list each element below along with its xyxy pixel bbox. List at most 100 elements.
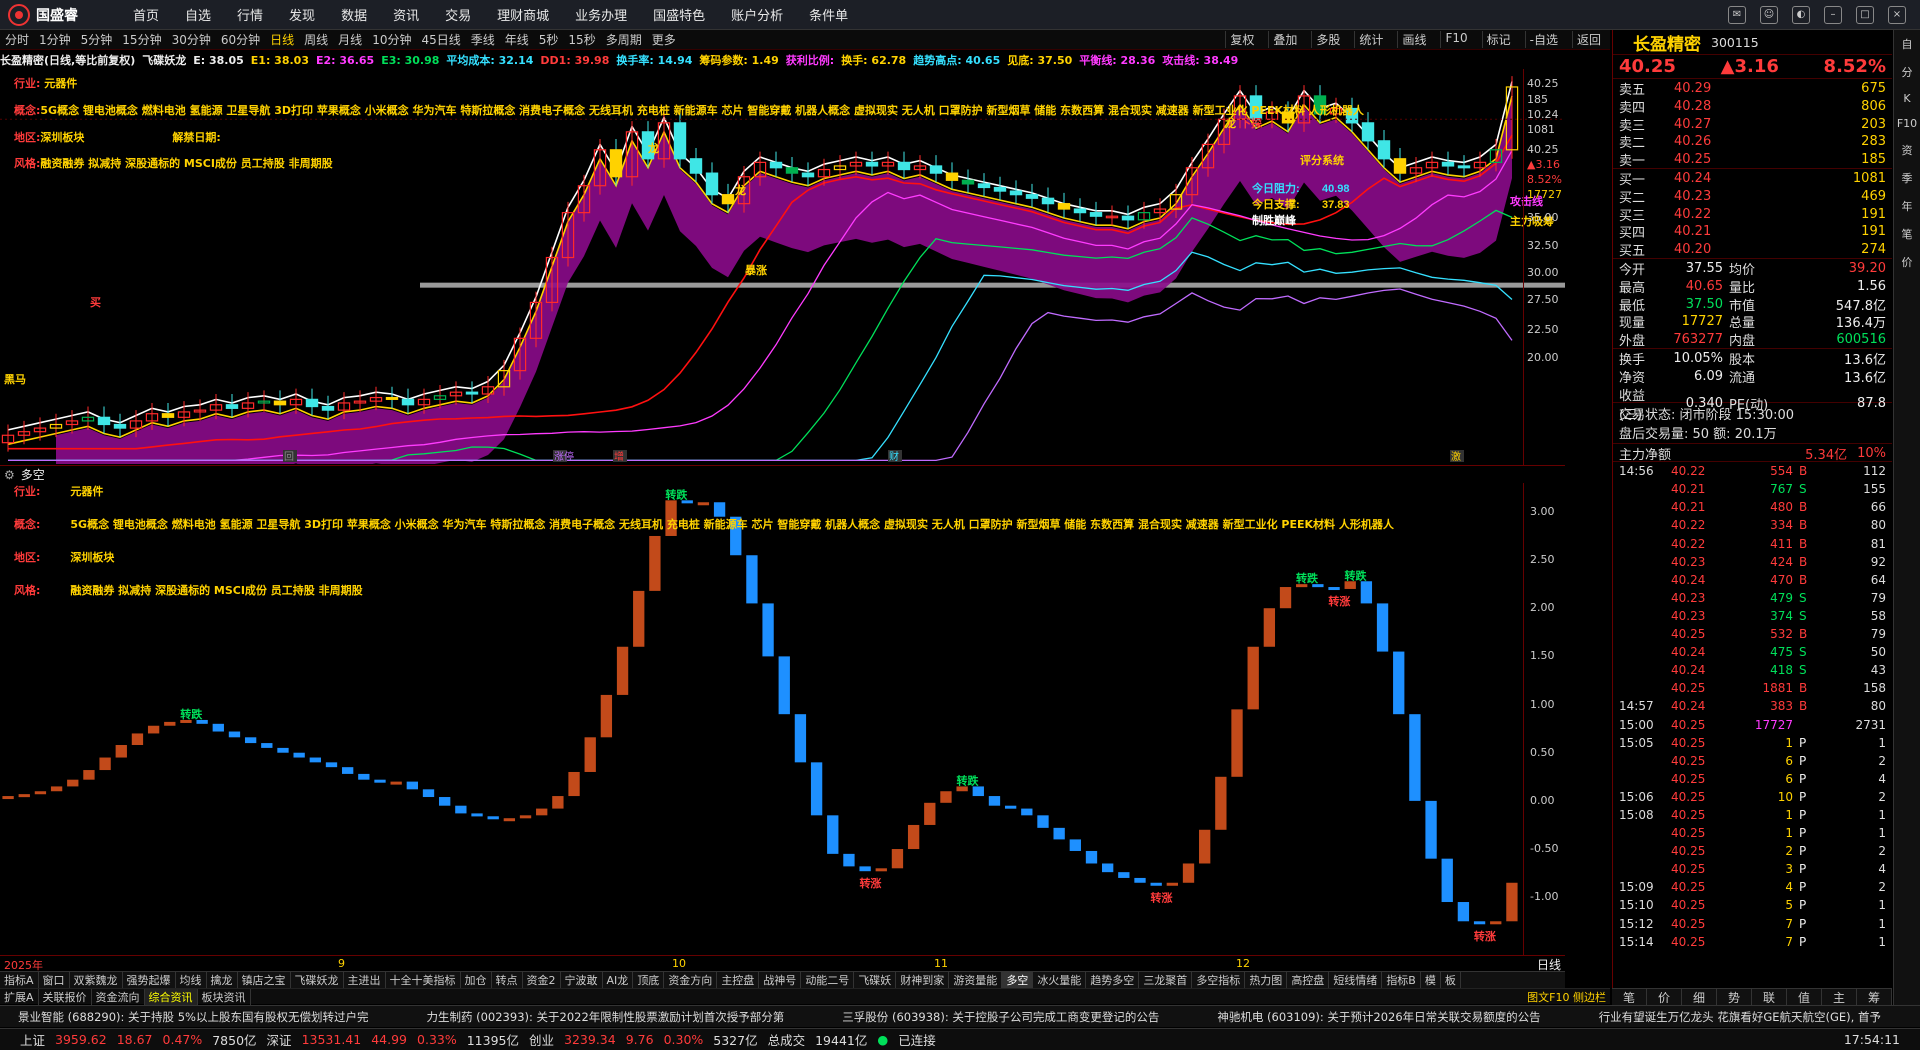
- bid-row[interactable]: 买四 40.21 191: [1613, 222, 1892, 241]
- period-11[interactable]: 季线: [471, 31, 495, 48]
- news-item[interactable]: 神驰机电 (603109): 关于预计2026年日常关联交易额度的公告: [1217, 1009, 1540, 1025]
- period-13[interactable]: 5秒: [539, 31, 559, 48]
- sidebar-item-2[interactable]: K: [1903, 92, 1910, 105]
- period-15[interactable]: 多周期: [606, 31, 642, 48]
- chart-tool-7[interactable]: -自选: [1524, 31, 1562, 48]
- ask-row[interactable]: 卖四 40.28 806: [1613, 97, 1892, 116]
- news-item[interactable]: 行业有望诞生万亿龙头 花旗看好GE航天航空(GE), 首予: [1599, 1009, 1881, 1025]
- menu-item-10[interactable]: 账户分析: [731, 5, 783, 24]
- tick-list[interactable]: 14:56 40.22 554 B 112 40.21 767 S 155 40.21 480 B 66…: [1613, 462, 1892, 951]
- indicator-tab-30[interactable]: 短线情绪: [1329, 972, 1383, 988]
- indicator-tab-5[interactable]: 擒龙: [207, 972, 238, 988]
- sidebar-item-1[interactable]: 分: [1902, 64, 1913, 80]
- indicator-tab-9[interactable]: 十全十美指标: [386, 972, 461, 988]
- indicator-tab-23[interactable]: 多空: [1002, 972, 1034, 988]
- indicator-tab-11[interactable]: 转点: [492, 972, 523, 988]
- maximize-icon[interactable]: □: [1856, 5, 1874, 24]
- period-1[interactable]: 1分钟: [39, 31, 71, 48]
- message-icon[interactable]: ✉: [1728, 5, 1746, 24]
- duokong-chart[interactable]: 转跌 转跌 转涨 转跌 转涨 转跌 转涨 转跌 转涨 行业: 元器件 概念: 5G概念 锂电池概念 …: [0, 483, 1565, 955]
- indicator-tab-13[interactable]: 宁波敢: [561, 972, 603, 988]
- news-item[interactable]: 三孚股份 (603938): 关于控股子公司完成工商变更登记的公告: [842, 1009, 1159, 1025]
- indicator-tab-15[interactable]: 顶底: [633, 972, 665, 988]
- news-item[interactable]: 力生制药 (002393): 关于2022年限制性股票激励计划首次授予部分第: [426, 1009, 784, 1025]
- sidebar-item-4[interactable]: 资: [1902, 142, 1913, 158]
- indicator-tab-12[interactable]: 资金2: [523, 972, 561, 988]
- sidebar-item-6[interactable]: 年: [1902, 198, 1913, 214]
- user-icon[interactable]: ☺: [1760, 5, 1778, 24]
- view-tab-2[interactable]: 资金流向: [92, 988, 145, 1005]
- period-16[interactable]: 更多: [652, 31, 676, 48]
- chart-tool-5[interactable]: F10: [1440, 31, 1471, 48]
- quote-tab-3[interactable]: 势: [1717, 989, 1752, 1005]
- bid-row[interactable]: 买一 40.24 1081: [1613, 169, 1892, 188]
- indicator-tab-22[interactable]: 游资量能: [949, 972, 1003, 988]
- view-tab-4[interactable]: 板块资讯: [198, 988, 251, 1005]
- indicator-tab-2[interactable]: 双紫魏龙: [70, 972, 123, 988]
- quote-tab-0[interactable]: 笔: [1612, 989, 1647, 1005]
- menu-item-9[interactable]: 国盛特色: [653, 5, 705, 24]
- sidebar-item-0[interactable]: 自: [1902, 36, 1913, 52]
- menu-item-11[interactable]: 条件单: [809, 5, 848, 24]
- menu-item-0[interactable]: 首页: [133, 5, 159, 24]
- menu-item-8[interactable]: 业务办理: [575, 5, 627, 24]
- period-3[interactable]: 15分钟: [122, 31, 161, 48]
- indicator-tab-1[interactable]: 窗口: [39, 972, 70, 988]
- duokong-svg[interactable]: 转跌转跌转涨转跌转涨转跌转涨转跌转涨: [0, 483, 1565, 955]
- indicator-tab-32[interactable]: 模: [1421, 972, 1441, 988]
- indicator-tab-16[interactable]: 资金方向: [664, 972, 718, 988]
- menu-item-1[interactable]: 自选: [185, 5, 211, 24]
- indicator-tab-26[interactable]: 三龙聚首: [1139, 972, 1193, 988]
- period-12[interactable]: 年线: [505, 31, 529, 48]
- period-8[interactable]: 月线: [338, 31, 362, 48]
- quote-tab-4[interactable]: 联: [1752, 989, 1787, 1005]
- ask-row[interactable]: 卖五 40.29 675: [1613, 79, 1892, 98]
- period-10[interactable]: 45日线: [421, 31, 460, 48]
- menu-item-6[interactable]: 交易: [445, 5, 471, 24]
- menu-item-4[interactable]: 数据: [341, 5, 367, 24]
- indicator-tab-29[interactable]: 高控盘: [1287, 972, 1330, 988]
- indicator-tab-18[interactable]: 战神号: [759, 972, 802, 988]
- sidebar-item-5[interactable]: 季: [1902, 170, 1913, 186]
- indicator-tab-27[interactable]: 多空指标: [1192, 972, 1246, 988]
- menu-item-3[interactable]: 发现: [289, 5, 315, 24]
- menu-item-2[interactable]: 行情: [237, 5, 263, 24]
- period-6[interactable]: 日线: [270, 31, 294, 48]
- indicator-tab-4[interactable]: 均线: [176, 972, 207, 988]
- chart-tool-8[interactable]: 返回: [1571, 31, 1605, 48]
- menu-item-7[interactable]: 理财商城: [497, 5, 549, 24]
- indicator-tab-21[interactable]: 财神到家: [896, 972, 950, 988]
- f10-sidebar-toggle[interactable]: 图文F10 侧边栏: [1523, 989, 1610, 1005]
- view-tab-0[interactable]: 扩展A: [0, 988, 39, 1005]
- skin-icon[interactable]: ◐: [1792, 5, 1810, 24]
- chart-tool-1[interactable]: 叠加: [1268, 31, 1301, 48]
- kline-svg[interactable]: 龙龙龙 下探暴涨攻击线主力吸筹今日阻力: 40.98今日支撑: 37.83制胜巅峰评分…: [0, 69, 1565, 489]
- indicator-tab-6[interactable]: 镇店之宝: [238, 972, 291, 988]
- bid-row[interactable]: 买二 40.23 469: [1613, 187, 1892, 206]
- view-tab-3[interactable]: 综合资讯: [144, 988, 198, 1005]
- quote-tab-5[interactable]: 值: [1787, 989, 1822, 1005]
- news-ticker[interactable]: 景业智能 (688290): 关于持股 5%以上股东国有股权无偿划转过户完 力生制…: [0, 1005, 1920, 1027]
- minimize-icon[interactable]: –: [1824, 5, 1842, 24]
- kline-chart[interactable]: 龙龙龙下探 暴涨 攻击线 主力吸筹 今日阻力: 40.98 今日支撑: 37.83 制胜巅峰 评分…: [0, 69, 1565, 489]
- chart-tool-2[interactable]: 多股: [1311, 31, 1344, 48]
- period-7[interactable]: 周线: [304, 31, 328, 48]
- chart-tool-4[interactable]: 画线: [1397, 31, 1430, 48]
- indicator-tab-8[interactable]: 主进出: [344, 972, 386, 988]
- indicator-tab-17[interactable]: 主控盘: [717, 972, 760, 988]
- indicator-tab-7[interactable]: 飞碟妖龙: [291, 972, 344, 988]
- ask-row[interactable]: 卖三 40.27 203: [1613, 115, 1892, 134]
- close-icon[interactable]: ×: [1888, 5, 1906, 24]
- period-5[interactable]: 60分钟: [221, 31, 260, 48]
- ask-row[interactable]: 卖二 40.26 283: [1613, 132, 1892, 151]
- sidebar-item-7[interactable]: 笔: [1902, 226, 1913, 242]
- indicator-tab-14[interactable]: AI龙: [603, 972, 634, 988]
- indicator-tab-24[interactable]: 冰火量能: [1033, 972, 1087, 988]
- indicator-tab-19[interactable]: 动能二号: [801, 972, 855, 988]
- quote-tab-7[interactable]: 筹: [1857, 989, 1892, 1005]
- indicator-tab-10[interactable]: 加仓: [461, 972, 492, 988]
- quote-tab-2[interactable]: 细: [1682, 989, 1717, 1005]
- quote-tab-6[interactable]: 主: [1822, 989, 1857, 1005]
- ask-row[interactable]: 卖一 40.25 185: [1613, 150, 1892, 169]
- indicator-tab-3[interactable]: 强势起爆: [123, 972, 176, 988]
